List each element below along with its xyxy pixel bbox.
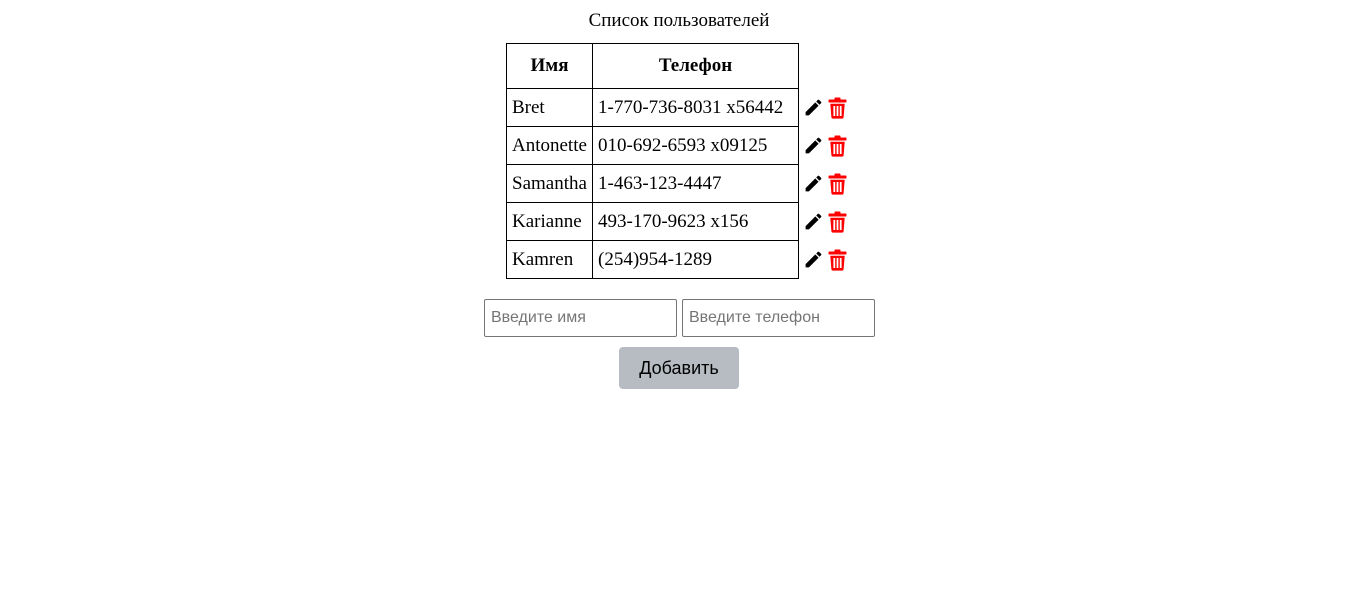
add-user-form (484, 299, 875, 337)
user-phone-cell: 1-770-736-8031 x56442 (592, 88, 799, 127)
phone-input[interactable] (682, 299, 875, 337)
user-name-cell: Antonette (506, 126, 593, 165)
table-row: Bret 1-770-736-8031 x56442 (506, 88, 854, 127)
edit-pencil-icon[interactable] (803, 249, 824, 271)
row-actions (799, 241, 854, 279)
add-button[interactable]: Добавить (619, 347, 739, 389)
users-table-container: Имя Телефон Bret 1-770-736-8031 x56442 A… (506, 43, 854, 279)
delete-trash-icon[interactable] (827, 173, 848, 195)
user-name-cell: Bret (506, 88, 593, 127)
delete-trash-icon[interactable] (827, 211, 848, 233)
delete-trash-icon[interactable] (827, 249, 848, 271)
edit-pencil-icon[interactable] (803, 135, 824, 157)
user-name-cell: Karianne (506, 202, 593, 241)
user-phone-cell: (254)954-1289 (592, 240, 799, 279)
row-actions (799, 203, 854, 241)
user-phone-cell: 1-463-123-4447 (592, 164, 799, 203)
delete-trash-icon[interactable] (827, 135, 848, 157)
name-input[interactable] (484, 299, 677, 337)
edit-pencil-icon[interactable] (803, 211, 824, 233)
edit-pencil-icon[interactable] (803, 97, 824, 119)
table-header-row: Имя Телефон (506, 43, 854, 89)
row-actions (799, 89, 854, 127)
user-name-cell: Kamren (506, 240, 593, 279)
page: Список пользователей Имя Телефон Bret 1-… (0, 0, 1358, 601)
column-header-phone: Телефон (592, 43, 799, 89)
table-row: Kamren (254)954-1289 (506, 240, 854, 279)
delete-trash-icon[interactable] (827, 97, 848, 119)
table-row: Antonette 010-692-6593 x09125 (506, 126, 854, 165)
user-name-cell: Samantha (506, 164, 593, 203)
user-phone-cell: 010-692-6593 x09125 (592, 126, 799, 165)
table-row: Karianne 493-170-9623 x156 (506, 202, 854, 241)
column-header-name: Имя (506, 43, 593, 89)
row-actions (799, 127, 854, 165)
edit-pencil-icon[interactable] (803, 173, 824, 195)
page-title: Список пользователей (588, 10, 770, 31)
row-actions (799, 165, 854, 203)
user-phone-cell: 493-170-9623 x156 (592, 202, 799, 241)
table-row: Samantha 1-463-123-4447 (506, 164, 854, 203)
users-table: Имя Телефон Bret 1-770-736-8031 x56442 A… (506, 43, 854, 279)
